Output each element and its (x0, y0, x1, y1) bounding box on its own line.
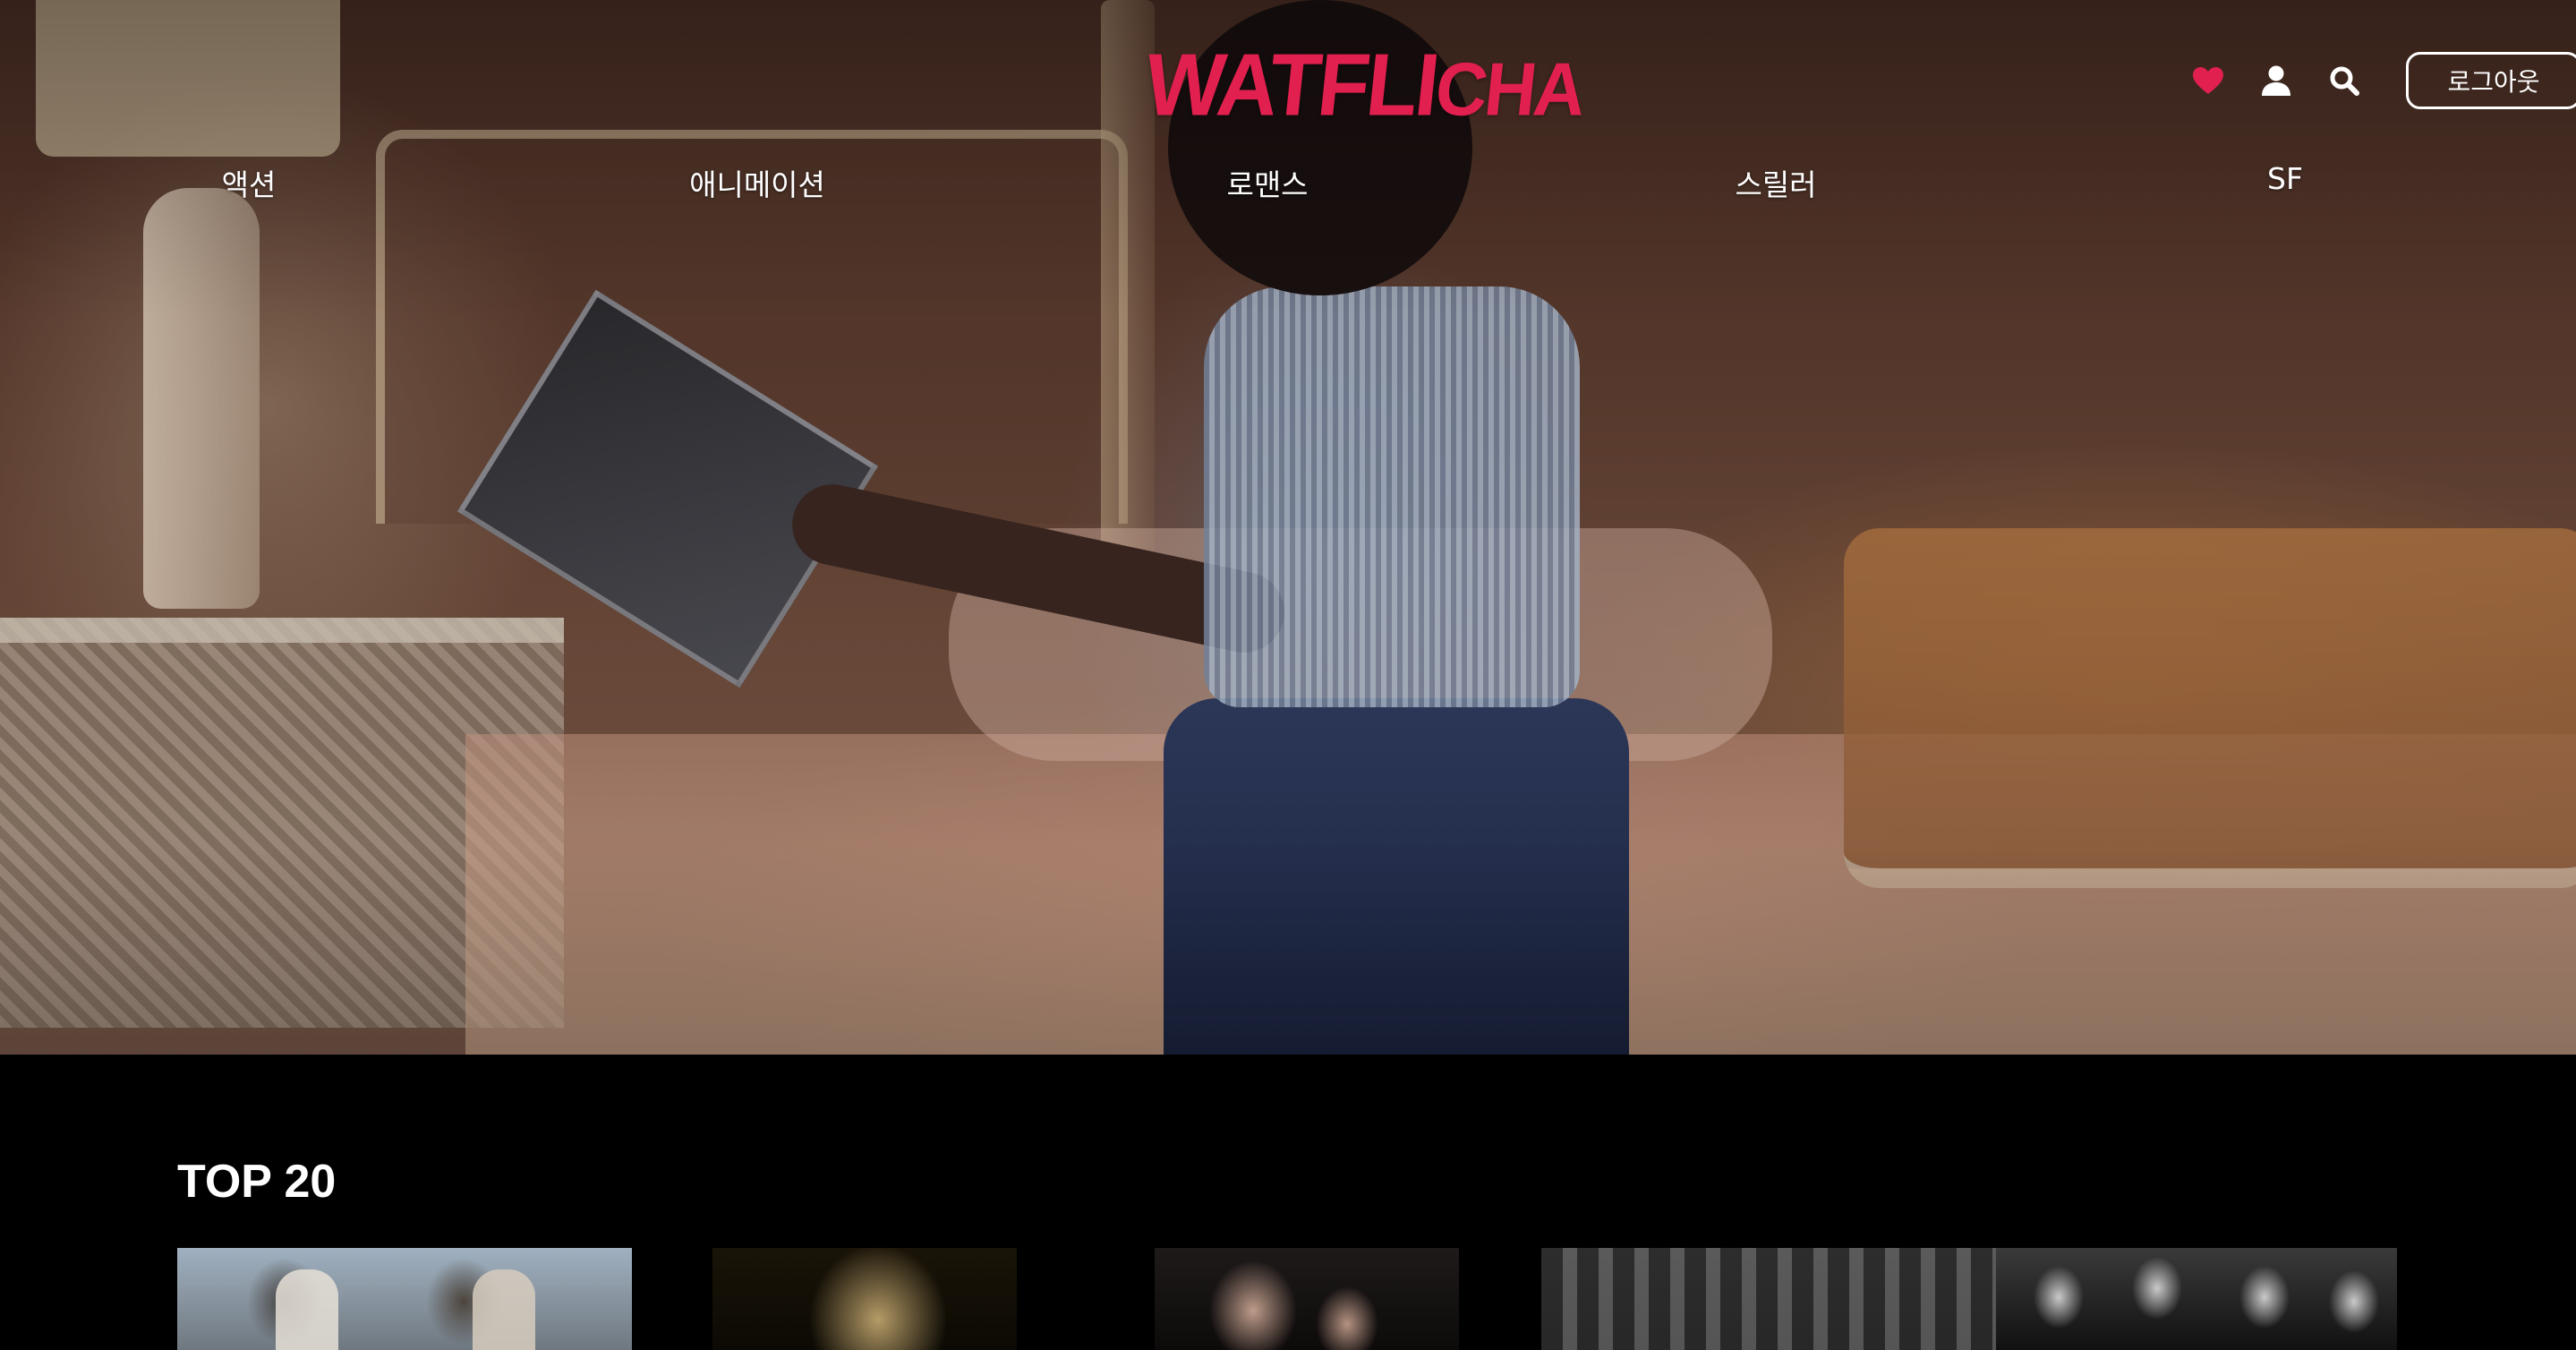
movie-poster[interactable] (177, 1248, 632, 1350)
logo-text-main: WATFLI (1140, 35, 1442, 134)
poster-figure (276, 1269, 338, 1350)
search-button[interactable] (2320, 56, 2368, 105)
logout-button[interactable]: 로그아웃 (2406, 52, 2576, 109)
profile-button[interactable] (2252, 56, 2300, 105)
user-icon (2262, 65, 2290, 96)
top20-poster-row (0, 1248, 2576, 1350)
hero-overlay (0, 0, 2576, 1055)
movie-poster[interactable] (712, 1248, 1017, 1350)
genre-tab-animation[interactable]: 애니메이션 (689, 161, 825, 204)
header-actions: 로그아웃 (2184, 49, 2576, 112)
logo-text-tail: CHA (1431, 47, 1588, 132)
genre-tab-romance[interactable]: 로맨스 (1226, 161, 1308, 204)
top20-title: TOP 20 (177, 1156, 337, 1208)
genre-nav: 액션 애니메이션 로맨스 스릴러 SF (0, 161, 2576, 215)
movie-poster[interactable] (1541, 1248, 1996, 1350)
search-icon (2330, 66, 2359, 96)
site-logo[interactable]: WATFLICHA (1140, 35, 1589, 133)
hero-banner: WATFLICHA 로그아웃 액션 애니메이션 로맨스 스릴러 SF (0, 0, 2576, 1055)
genre-tab-action[interactable]: 액션 (222, 161, 277, 204)
favorites-button[interactable] (2184, 56, 2232, 105)
heart-icon (2193, 67, 2223, 94)
movie-poster[interactable] (1996, 1248, 2397, 1350)
genre-tab-thriller[interactable]: 스릴러 (1735, 161, 1816, 204)
movie-poster[interactable] (1155, 1248, 1459, 1350)
poster-figure (473, 1269, 535, 1350)
genre-tab-sf[interactable]: SF (2267, 161, 2303, 196)
